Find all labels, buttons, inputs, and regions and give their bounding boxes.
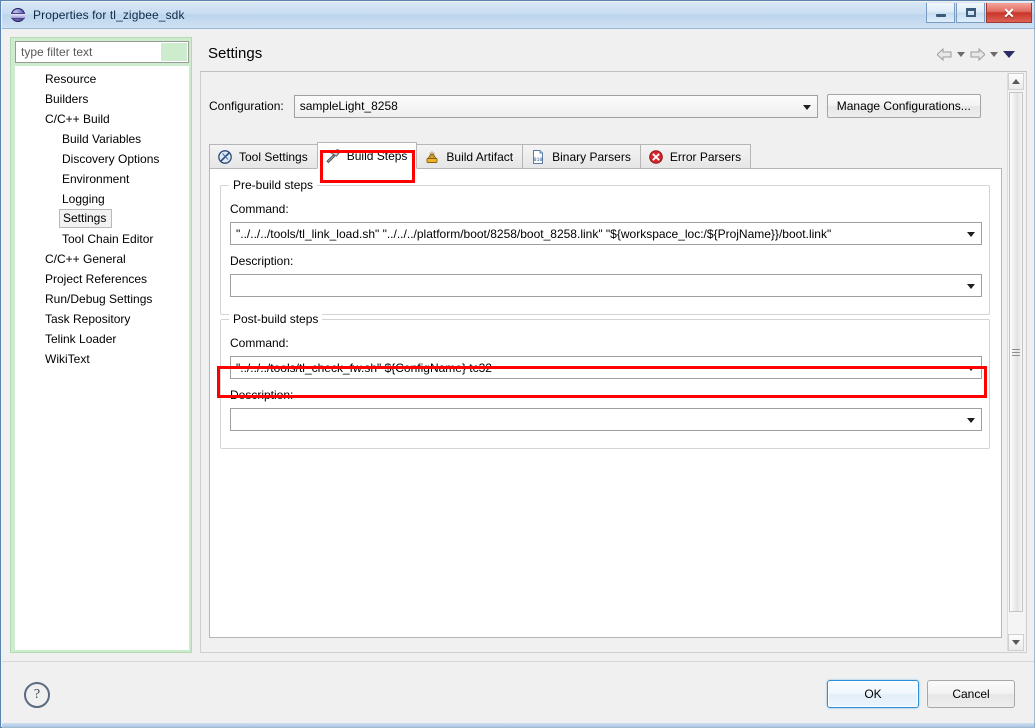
pre-build-command-label: Command: [230, 202, 289, 216]
post-build-description-label: Description: [230, 388, 294, 402]
tab-bar: Tool Settings Build Steps Build Artifact 01… [209, 142, 752, 169]
back-arrow-icon[interactable] [937, 48, 952, 61]
cancel-button[interactable]: Cancel [927, 680, 1015, 708]
sidebar-item-environment[interactable]: Environment [15, 169, 189, 189]
chevron-down-icon [967, 418, 975, 423]
post-build-command-combo[interactable]: "../../../tools/tl_check_fw.sh" ${Config… [230, 356, 982, 379]
sidebar-item-c-c-general[interactable]: C/C++ General [15, 249, 189, 269]
post-build-group-title: Post-build steps [229, 312, 323, 326]
post-build-description-combo[interactable] [230, 408, 982, 431]
back-menu-chevron-icon[interactable] [957, 52, 965, 57]
view-menu-chevron-icon[interactable] [1003, 51, 1015, 58]
forward-arrow-icon[interactable] [970, 48, 985, 61]
chevron-down-icon [967, 284, 975, 289]
content-header: Settings [200, 37, 1027, 72]
sidebar-item-project-references[interactable]: Project References [15, 269, 189, 289]
help-icon[interactable]: ? [24, 682, 50, 708]
error-parsers-icon [648, 149, 664, 165]
pre-build-command-value: "../../../tools/tl_link_load.sh" "../../… [236, 226, 832, 241]
tool-settings-icon [217, 149, 233, 165]
scroll-down-button[interactable] [1008, 634, 1024, 651]
configuration-label: Configuration: [209, 99, 284, 113]
post-build-group: Post-build steps Command: "../../../tool… [220, 312, 990, 449]
settings-tree-panel: ResourceBuildersC/C++ BuildBuild Variabl… [10, 37, 192, 653]
svg-text:010: 010 [534, 157, 543, 163]
dialog-footer: ? OK Cancel [2, 661, 1035, 728]
pre-build-command-combo[interactable]: "../../../tools/tl_link_load.sh" "../../… [230, 222, 982, 245]
filter-input[interactable] [16, 43, 161, 61]
triangle-up-icon [1012, 79, 1020, 84]
restore-button[interactable] [956, 3, 985, 23]
sidebar-item-task-repository[interactable]: Task Repository [15, 309, 189, 329]
tab-build-artifact[interactable]: Build Artifact [416, 144, 524, 169]
sidebar-item-builders[interactable]: Builders [15, 89, 189, 109]
sidebar-item-tool-chain-editor[interactable]: Tool Chain Editor [15, 229, 189, 249]
sidebar-item-build-variables[interactable]: Build Variables [15, 129, 189, 149]
post-build-command-label: Command: [230, 336, 289, 350]
manage-configurations-button[interactable]: Manage Configurations... [826, 94, 981, 118]
settings-area: Configuration: sampleLight_8258 Manage C… [200, 72, 1027, 653]
content-scrollbar[interactable] [1007, 73, 1025, 651]
eclipse-globe-icon [10, 7, 26, 23]
title-bar: Properties for tl_zigbee_sdk ✕ [2, 2, 1035, 29]
tab-error-parsers[interactable]: Error Parsers [639, 144, 752, 169]
tab-binary-parsers[interactable]: 010 Binary Parsers [522, 144, 641, 169]
settings-tree[interactable]: Resource Builders C/C++ Build Build Variabl… [15, 66, 189, 650]
configuration-row: Configuration: sampleLight_8258 Manage C… [209, 94, 1009, 118]
sidebar-item-settings[interactable]: Settings [15, 209, 189, 229]
sidebar-item-wikitext[interactable]: WikiText [15, 349, 189, 369]
filter-field-wrapper[interactable] [15, 41, 189, 63]
tab-label: Binary Parsers [552, 149, 631, 164]
ok-button[interactable]: OK [827, 680, 919, 708]
filter-clear-area [161, 43, 187, 61]
tab-build-steps[interactable]: Build Steps [316, 142, 418, 169]
close-button[interactable]: ✕ [986, 3, 1032, 23]
forward-menu-chevron-icon[interactable] [990, 52, 998, 57]
window-title: Properties for tl_zigbee_sdk [33, 8, 185, 22]
tab-label: Error Parsers [669, 149, 742, 164]
triangle-down-icon [1012, 640, 1020, 645]
scrollbar-thumb[interactable] [1009, 92, 1023, 612]
window-frame: Properties for tl_zigbee_sdk ✕ ResourceB… [0, 0, 1035, 728]
navigation-icons [937, 48, 1015, 61]
window-controls: ✕ [925, 3, 1032, 23]
page-title: Settings [208, 45, 263, 62]
tab-tool-settings[interactable]: Tool Settings [209, 144, 318, 169]
window-bottom-edge [2, 723, 1035, 727]
configuration-combo[interactable]: sampleLight_8258 [293, 94, 818, 118]
tab-label: Build Artifact [446, 149, 514, 164]
pre-build-group: Pre-build steps Command: "../../../tools… [220, 178, 990, 315]
scroll-up-button[interactable] [1008, 73, 1024, 90]
sidebar-item-telink-loader[interactable]: Telink Loader [15, 329, 189, 349]
close-icon: ✕ [1003, 4, 1015, 21]
sidebar-item-c-c-build[interactable]: C/C++ Build [15, 109, 189, 129]
minimize-button[interactable] [926, 3, 955, 23]
pre-build-description-label: Description: [230, 254, 294, 268]
tab-label: Tool Settings [239, 149, 308, 164]
grip-icon [1012, 348, 1020, 356]
pre-build-description-combo[interactable] [230, 274, 982, 297]
tab-label: Build Steps [346, 148, 408, 163]
properties-dialog: Properties for tl_zigbee_sdk ✕ ResourceB… [0, 0, 1035, 728]
chevron-down-icon [967, 366, 975, 371]
build-artifact-icon [424, 149, 440, 165]
chevron-down-icon [802, 104, 811, 110]
pre-build-group-title: Pre-build steps [229, 178, 318, 192]
configuration-value: sampleLight_8258 [299, 99, 398, 113]
dialog-body: ResourceBuildersC/C++ BuildBuild Variabl… [2, 29, 1035, 661]
sidebar-item-run-debug-settings[interactable]: Run/Debug Settings [15, 289, 189, 309]
sidebar-item-resource[interactable]: Resource [15, 69, 189, 89]
binary-parsers-icon: 010 [530, 149, 546, 165]
sidebar-item-logging[interactable]: Logging [15, 189, 189, 209]
build-steps-panel: Pre-build steps Command: "../../../tools… [209, 168, 1002, 638]
build-steps-hammer-icon [325, 148, 341, 164]
chevron-down-icon [967, 232, 975, 237]
content-panel: Settings Configuration: sampleLight_8258… [200, 37, 1027, 653]
sidebar-item-label: Settings [59, 209, 113, 228]
post-build-command-value: "../../../tools/tl_check_fw.sh" ${Config… [236, 360, 492, 375]
sidebar-item-discovery-options[interactable]: Discovery Options [15, 149, 189, 169]
